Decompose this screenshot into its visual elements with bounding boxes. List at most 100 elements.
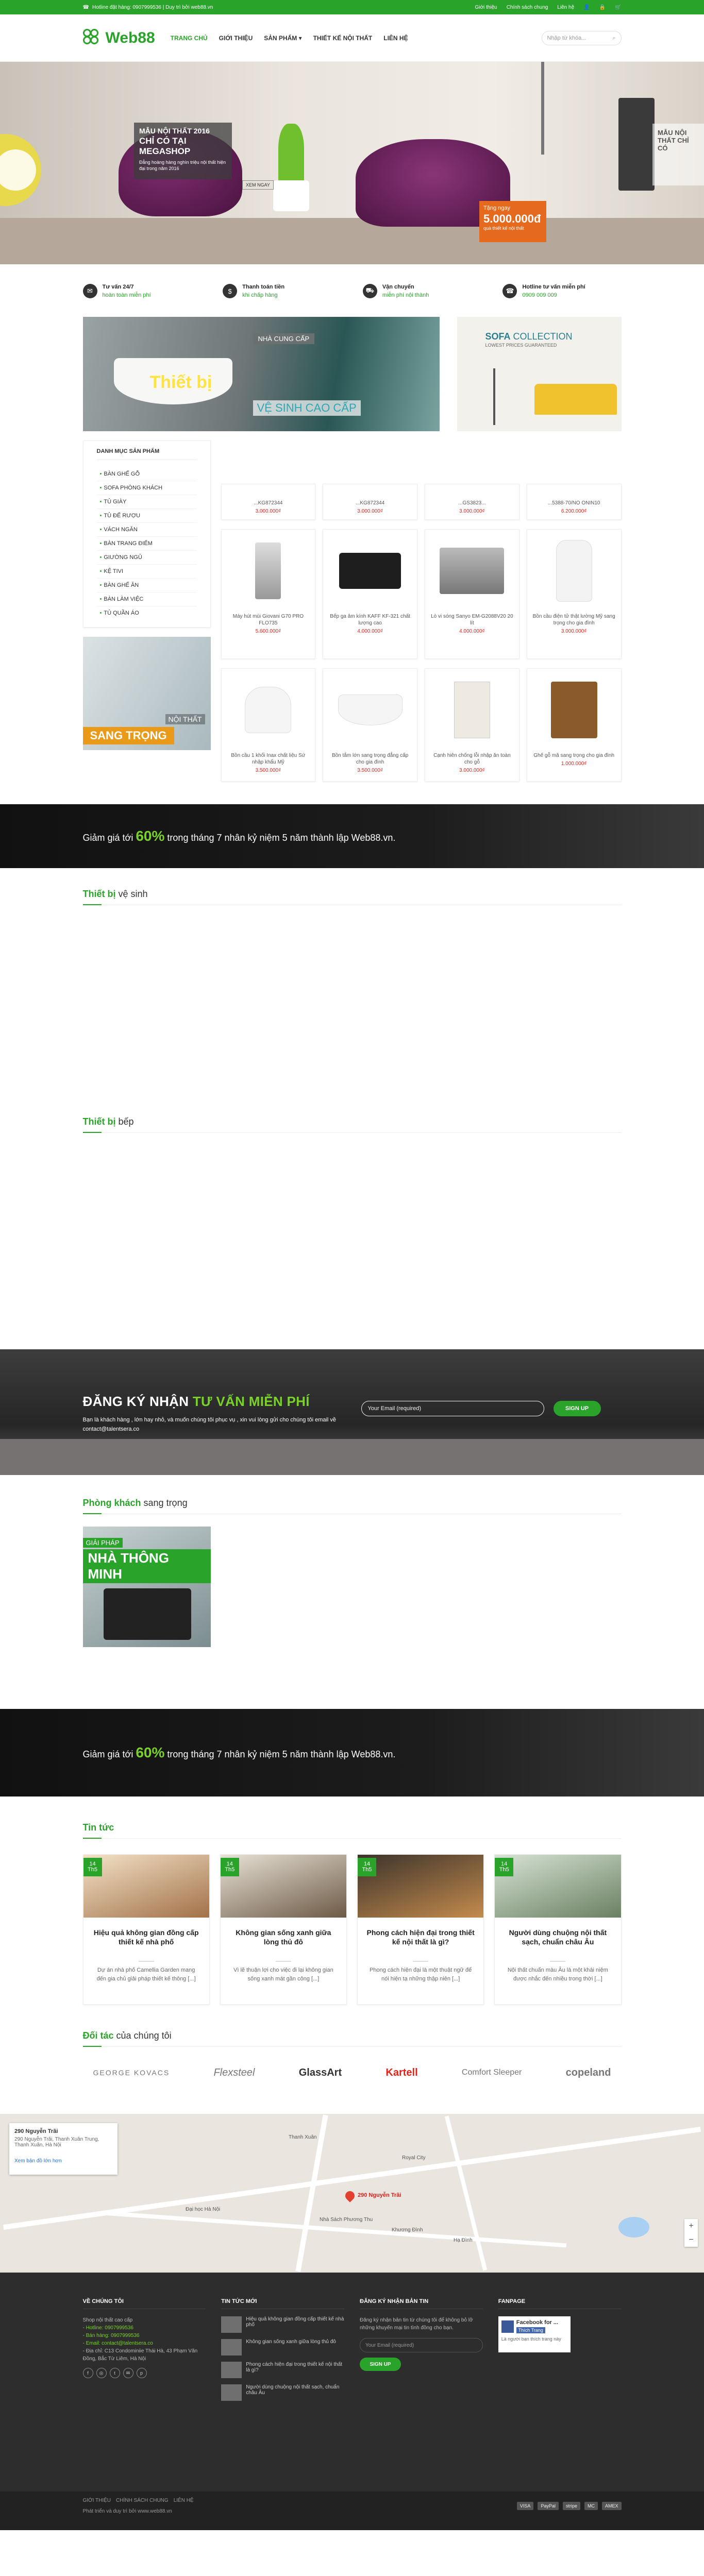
category-item[interactable]: BÀN GHẾ ĂN bbox=[96, 579, 197, 592]
nav-home[interactable]: TRANG CHỦ bbox=[171, 35, 208, 42]
newsletter-signup-button[interactable]: SIGN UP bbox=[553, 1401, 601, 1416]
newsletter-email-input[interactable]: Your Email (required) bbox=[361, 1401, 544, 1416]
luxury-interior-banner[interactable]: NỘI THẤT SANG TRỌNG bbox=[82, 637, 211, 750]
news-title[interactable]: Phong cách hiện đại trong thiết kế nội t… bbox=[365, 1928, 476, 1957]
footer-post[interactable]: Phong cách hiện đại trong thiết kế nội t… bbox=[221, 2362, 344, 2378]
hero-slider[interactable]: MẪU NỘI THẤT 2016 CHỈ CÓ TẠI MEGASHOP Đẳ… bbox=[0, 62, 704, 264]
product-name[interactable]: Bếp ga âm kính KAFF KF-321 chất lượng ca… bbox=[327, 613, 413, 626]
instagram-icon[interactable]: ◎ bbox=[96, 2368, 107, 2378]
footer-link-about[interactable]: GIỚI THIỆU bbox=[83, 2498, 111, 2503]
news-title[interactable]: Hiệu quả không gian đồng cấp thiết kế nh… bbox=[91, 1928, 202, 1957]
sofa-banner[interactable]: SOFA COLLECTION LOWEST PRICES GUARANTEED bbox=[457, 317, 622, 431]
product-image[interactable] bbox=[439, 535, 506, 607]
product-name[interactable]: Lò vi sóng Sanyo EM-G2088V20 20 lít bbox=[429, 613, 515, 626]
nav-interior-design[interactable]: THIẾT KẾ NỘI THẤT bbox=[313, 35, 373, 42]
news-card[interactable]: 14 Th5 Người dùng chuộng nội thất sạch, ch… bbox=[494, 1854, 622, 2005]
product-image[interactable] bbox=[337, 674, 404, 746]
product-image[interactable] bbox=[541, 674, 608, 746]
footer-post[interactable]: Người dùng chuộng nội thất sạch, chuẩn c… bbox=[221, 2384, 344, 2401]
search-icon[interactable]: ⌕ bbox=[612, 35, 615, 42]
news-card[interactable]: 14 Th5 Hiệu quả không gian đồng cấp thiết … bbox=[82, 1854, 210, 2005]
partner-logo[interactable]: Comfort Sleeper bbox=[462, 2068, 522, 2077]
footer-post-title[interactable]: Người dùng chuộng nội thất sạch, chuẩn c… bbox=[246, 2384, 344, 2401]
category-item[interactable]: VÁCH NGĂN bbox=[96, 523, 197, 537]
footer-signup-button[interactable]: SIGN UP bbox=[360, 2358, 401, 2371]
product-image[interactable] bbox=[234, 535, 301, 607]
zoom-out-icon[interactable]: − bbox=[689, 2235, 693, 2245]
search-input[interactable]: Nhập từ khóa... ⌕ bbox=[541, 31, 622, 45]
site-logo[interactable]: Web88 bbox=[82, 29, 155, 47]
product-image[interactable] bbox=[234, 674, 301, 746]
footer-post-title[interactable]: Không gian sống xanh giữa lòng thủ đô bbox=[246, 2339, 336, 2355]
footer-link-contact[interactable]: LIÊN HỆ bbox=[174, 2498, 194, 2503]
footer-email-input[interactable]: Your Email (required) bbox=[360, 2338, 483, 2352]
product-card[interactable]: ...KG872344 3.000.000₫ bbox=[221, 484, 316, 520]
news-title[interactable]: Người dùng chuộng nội thất sạch, chuẩn c… bbox=[502, 1928, 613, 1957]
product-image[interactable] bbox=[439, 674, 506, 746]
product-card[interactable]: Ghế gỗ mã sang trọng cho gia đình 1.000.0… bbox=[526, 668, 622, 782]
top-link-contact[interactable]: Liên hệ bbox=[557, 5, 574, 10]
footer-post-title[interactable]: Phong cách hiện đại trong thiết kế nội t… bbox=[246, 2362, 344, 2378]
nav-about[interactable]: GIỚI THIỆU bbox=[219, 35, 253, 42]
product-name[interactable]: Ghế gỗ mã sang trọng cho gia đình bbox=[533, 752, 614, 759]
footer-post[interactable]: Hiệu quả không gian đồng cấp thiết kế nh… bbox=[221, 2316, 344, 2333]
product-name[interactable]: Bồn cầu 1 khối Inax chất liệu Sứ nhập kh… bbox=[226, 752, 311, 766]
news-image[interactable]: 14 Th5 bbox=[220, 1855, 346, 1918]
product-card[interactable]: Bồn tắm lớn sang trọng đẳng cấp cho gia … bbox=[323, 668, 417, 782]
news-image[interactable]: 14 Th5 bbox=[358, 1855, 484, 1918]
product-name[interactable]: Bồn cầu điện tử thật lường Mỹ sang trọng… bbox=[531, 613, 617, 626]
category-item[interactable]: SOFA PHÒNG KHÁCH bbox=[96, 481, 197, 495]
category-item[interactable]: KỆ TIVI bbox=[96, 565, 197, 579]
category-item[interactable]: BÀN TRANG ĐIỂM bbox=[96, 537, 197, 551]
product-card[interactable]: ...KG872344 3.000.000₫ bbox=[323, 484, 417, 520]
facebook-page-widget[interactable]: Facebook for ... Thích Trang Là người bạn… bbox=[498, 2316, 571, 2352]
partner-logo[interactable]: GEORGE KOVACS bbox=[93, 2069, 170, 2077]
footer-post[interactable]: Không gian sống xanh giữa lòng thủ đô bbox=[221, 2339, 344, 2355]
product-card[interactable]: Bồn cầu điện tử thật lường Mỹ sang trọng… bbox=[526, 529, 622, 659]
map-larger-link[interactable]: Xem bản đồ lớn hơn bbox=[14, 2158, 112, 2164]
product-name[interactable]: Bồn tắm lớn sang trọng đẳng cấp cho gia … bbox=[327, 752, 413, 766]
product-card[interactable]: ...GS3823... 3.000.000₫ bbox=[425, 484, 519, 520]
zoom-in-icon[interactable]: + bbox=[689, 2222, 693, 2231]
category-item[interactable]: BÀN GHẾ GỖ bbox=[96, 467, 197, 481]
facebook-like-button[interactable]: Thích Trang bbox=[516, 2327, 545, 2333]
nav-contact[interactable]: LIÊN HỆ bbox=[383, 35, 408, 42]
product-image[interactable] bbox=[541, 535, 608, 607]
product-card[interactable]: ...5388-70/NO ONIN10 6.200.000₫ bbox=[526, 484, 622, 520]
email-icon[interactable]: ✉ bbox=[123, 2368, 133, 2378]
top-link-policy[interactable]: Chính sách chung bbox=[507, 5, 548, 10]
category-item[interactable]: TỦ ĐỂ RƯỢU bbox=[96, 509, 197, 523]
user-icon[interactable]: 👤 bbox=[583, 5, 590, 10]
product-card[interactable]: Cạnh hiên chống lỗi nhập ăn toàn cho gỗ 3… bbox=[425, 668, 519, 782]
footer-link-policy[interactable]: CHÍNH SÁCH CHUNG bbox=[116, 2498, 169, 2503]
lock-icon[interactable]: 🔒 bbox=[599, 5, 606, 10]
product-image[interactable] bbox=[337, 535, 404, 607]
google-map[interactable]: 290 Nguyễn Trãi 290 Nguyễn Trãi, Thanh X… bbox=[0, 2114, 704, 2273]
nav-products[interactable]: SẢN PHẨM ▾ bbox=[264, 35, 301, 42]
partner-logo[interactable]: copeland bbox=[566, 2067, 611, 2079]
hero-more-button[interactable]: XEM NGAY bbox=[242, 180, 274, 190]
news-image[interactable]: 14 Th5 bbox=[83, 1855, 209, 1918]
map-pin-icon[interactable] bbox=[343, 2189, 357, 2202]
product-card[interactable]: Máy hút mùi Giovani G70 PRO FLO735 5.600.… bbox=[221, 529, 316, 659]
facebook-icon[interactable]: f bbox=[82, 2368, 93, 2378]
product-card[interactable]: Bếp ga âm kính KAFF KF-321 chất lượng ca… bbox=[323, 529, 417, 659]
product-card[interactable]: Lò vi sóng Sanyo EM-G2088V20 20 lít 4.000… bbox=[425, 529, 519, 659]
partner-logo[interactable]: GlassArt bbox=[299, 2067, 342, 2079]
bathroom-banner[interactable]: NHÀ CUNG CẤP Thiết bị VỆ SINH CAO CẤP bbox=[82, 317, 440, 431]
partner-logo[interactable]: Flexsteel bbox=[213, 2067, 255, 2079]
category-item[interactable]: TỦ GIÀY bbox=[96, 495, 197, 509]
product-name[interactable]: Máy hút mùi Giovani G70 PRO FLO735 bbox=[226, 613, 311, 626]
twitter-icon[interactable]: t bbox=[109, 2368, 120, 2378]
top-link-about[interactable]: Giới thiệu bbox=[475, 5, 497, 10]
news-card[interactable]: 14 Th5 Không gian sống xanh giữa lòng thủ … bbox=[220, 1854, 347, 2005]
facebook-page-name[interactable]: Facebook for ... bbox=[516, 2319, 558, 2326]
footer-post-title[interactable]: Hiệu quả không gian đồng cấp thiết kế nh… bbox=[246, 2316, 344, 2333]
product-name[interactable]: Cạnh hiên chống lỗi nhập ăn toàn cho gỗ bbox=[429, 752, 515, 766]
product-card[interactable]: Bồn cầu 1 khối Inax chất liệu Sứ nhập kh… bbox=[221, 668, 316, 782]
smart-home-banner[interactable]: GIẢI PHÁP NHÀ THÔNG MINH bbox=[82, 1527, 211, 1647]
cart-icon[interactable]: 🛒 bbox=[615, 5, 621, 10]
news-image[interactable]: 14 Th5 bbox=[495, 1855, 621, 1918]
category-item[interactable]: TỦ QUẦN ÁO bbox=[97, 606, 197, 620]
partner-logo[interactable]: Kartell bbox=[385, 2067, 417, 2079]
